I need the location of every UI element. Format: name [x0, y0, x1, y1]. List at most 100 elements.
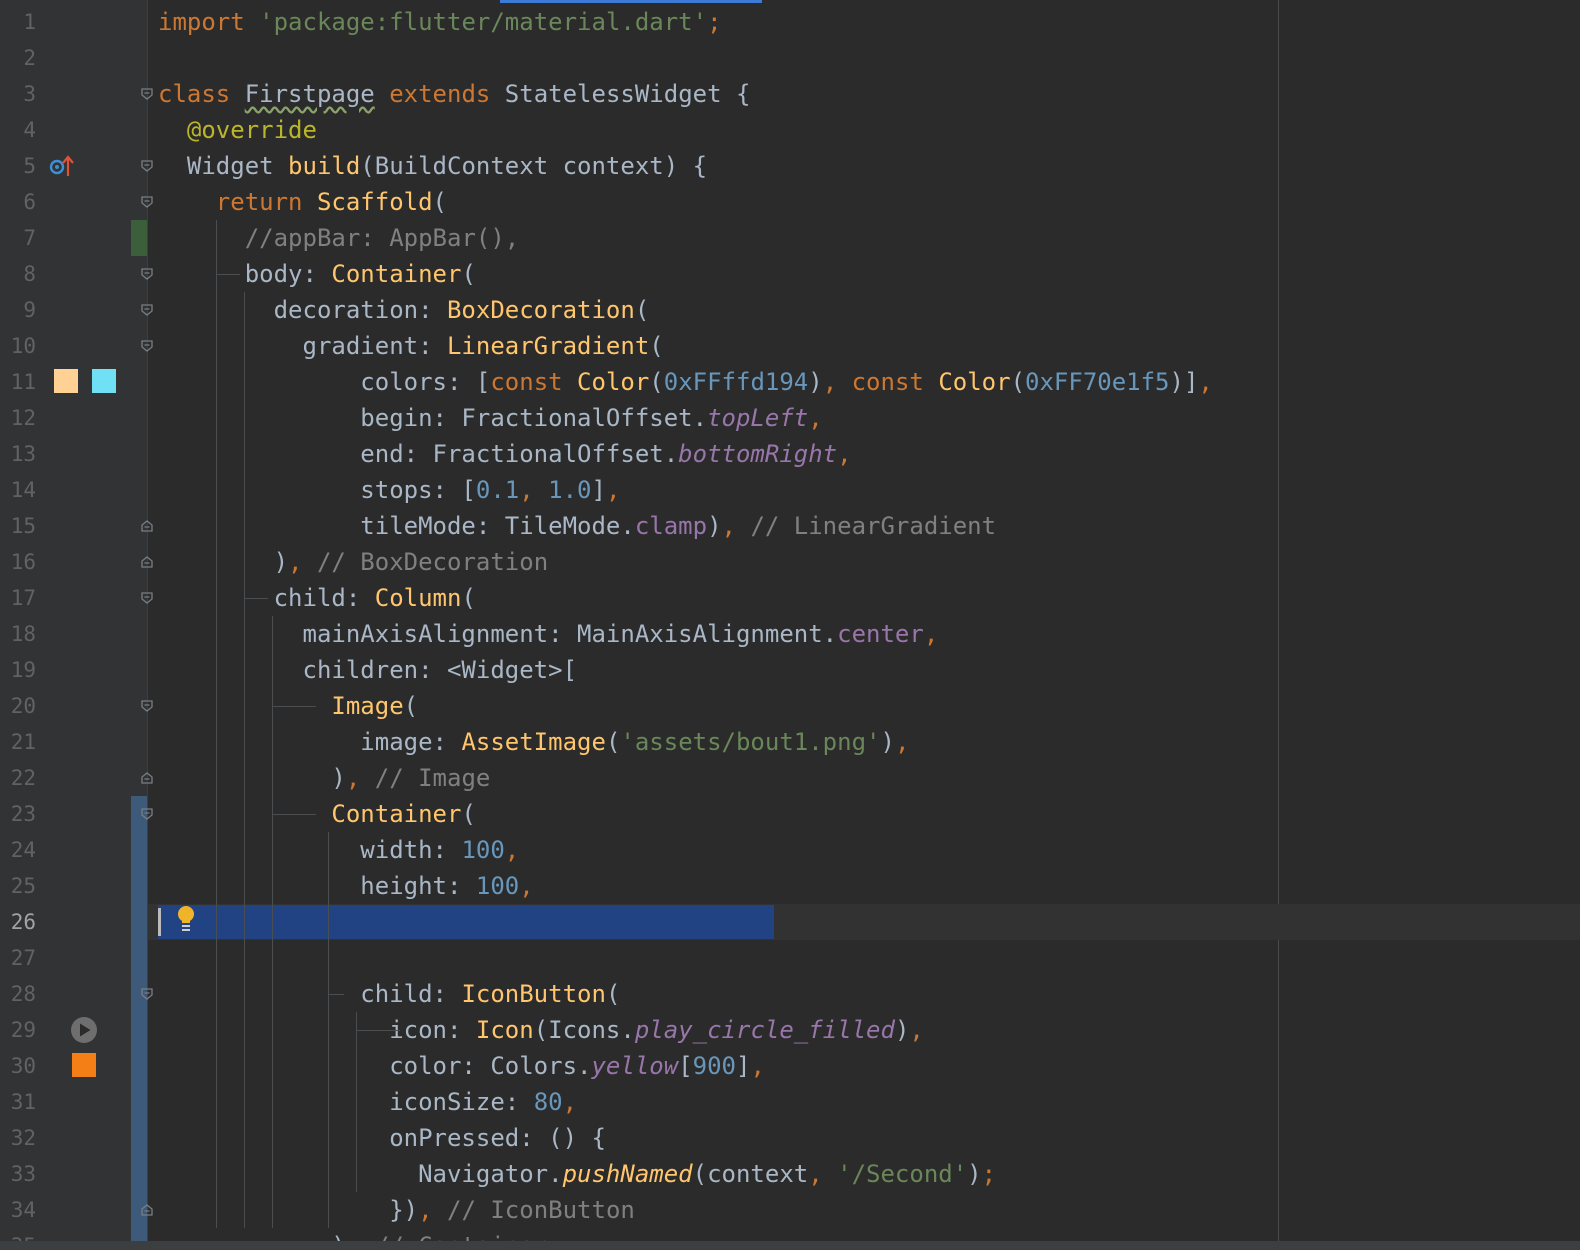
fold-close-icon[interactable]	[141, 556, 153, 568]
code-token: pushNamed	[562, 1160, 693, 1188]
code-line[interactable]: color: Colors.yellow[900],	[158, 1048, 765, 1084]
line-number[interactable]: 14	[0, 472, 36, 508]
line-number[interactable]: 30	[0, 1048, 36, 1084]
horizontal-scroll-indicator[interactable]	[500, 0, 762, 3]
code-token: onPressed: () {	[158, 1124, 606, 1152]
fold-open-icon[interactable]	[141, 808, 153, 820]
code-line[interactable]: stops: [0.1, 1.0],	[158, 472, 620, 508]
code-line[interactable]: ), // Image	[158, 760, 490, 796]
fold-close-icon[interactable]	[141, 772, 153, 784]
code-line[interactable]: return Scaffold(	[158, 184, 447, 220]
fold-open-icon[interactable]	[141, 340, 153, 352]
line-number[interactable]: 3	[0, 76, 36, 112]
horizontal-scrollbar[interactable]	[0, 1241, 1580, 1250]
fold-open-icon[interactable]	[141, 304, 153, 316]
line-number[interactable]: 18	[0, 616, 36, 652]
line-number[interactable]: 13	[0, 436, 36, 472]
line-number[interactable]: 25	[0, 868, 36, 904]
line-number[interactable]: 32	[0, 1120, 36, 1156]
code-line[interactable]: Navigator.pushNamed(context, '/Second');	[158, 1156, 996, 1192]
line-number[interactable]: 29	[0, 1012, 36, 1048]
code-line[interactable]: tileMode: TileMode.clamp), // LinearGrad…	[158, 508, 996, 544]
line-number[interactable]: 23	[0, 796, 36, 832]
code-line[interactable]: onPressed: () {	[158, 1120, 606, 1156]
code-line[interactable]: body: Container(	[158, 256, 476, 292]
code-line[interactable]: class Firstpage extends StatelessWidget …	[158, 76, 750, 112]
code-line[interactable]: begin: FractionalOffset.topLeft,	[158, 400, 822, 436]
code-line[interactable]: Container(	[158, 796, 476, 832]
line-number[interactable]: 16	[0, 544, 36, 580]
code-token: )	[158, 548, 289, 576]
fold-open-icon[interactable]	[141, 268, 153, 280]
line-number[interactable]: 26	[0, 904, 36, 940]
code-token: width:	[158, 836, 462, 864]
line-number[interactable]: 9	[0, 292, 36, 328]
fold-close-icon[interactable]	[141, 1204, 153, 1216]
code-line[interactable]: width: 100,	[158, 832, 519, 868]
fold-open-icon[interactable]	[141, 988, 153, 1000]
code-token: colors: [	[158, 368, 491, 396]
code-line[interactable]: Widget build(BuildContext context) {	[158, 148, 707, 184]
line-number[interactable]: 33	[0, 1156, 36, 1192]
code-line[interactable]: child: IconButton(	[158, 976, 620, 1012]
vcs-modified-marker[interactable]	[131, 796, 147, 1250]
code-line[interactable]: //appBar: AppBar(),	[158, 220, 520, 256]
line-number[interactable]: 2	[0, 40, 36, 76]
code-line[interactable]: decoration: BoxDecoration(	[158, 292, 650, 328]
vcs-added-marker[interactable]	[131, 220, 147, 256]
code-line[interactable]: children: <Widget>[	[158, 652, 577, 688]
line-number[interactable]: 22	[0, 760, 36, 796]
line-number[interactable]: 20	[0, 688, 36, 724]
code-token: })	[158, 1196, 419, 1224]
fold-open-icon[interactable]	[141, 160, 153, 172]
line-number[interactable]: 1	[0, 4, 36, 40]
line-number[interactable]: 12	[0, 400, 36, 436]
code-editor[interactable]: 1 import 'package:flutter/material.dart';…	[0, 0, 1580, 1250]
line-number[interactable]: 28	[0, 976, 36, 1012]
code-line[interactable]: child: Column(	[158, 580, 476, 616]
code-line[interactable]: mainAxisAlignment: MainAxisAlignment.cen…	[158, 616, 938, 652]
line-number[interactable]: 31	[0, 1084, 36, 1120]
indent-guide	[244, 292, 245, 1228]
code-token: ,	[808, 1160, 838, 1188]
code-token: end: FractionalOffset.	[158, 440, 679, 468]
code-token: ,	[519, 872, 534, 900]
fold-close-icon[interactable]	[141, 520, 153, 532]
code-token: )	[707, 512, 722, 540]
line-number[interactable]: 4	[0, 112, 36, 148]
fold-open-icon[interactable]	[141, 592, 153, 604]
line-number[interactable]: 15	[0, 508, 36, 544]
color-swatch[interactable]	[72, 1053, 96, 1077]
code-line[interactable]: end: FractionalOffset.bottomRight,	[158, 436, 851, 472]
line-number[interactable]: 7	[0, 220, 36, 256]
fold-open-icon[interactable]	[141, 700, 153, 712]
line-number[interactable]: 27	[0, 940, 36, 976]
line-number[interactable]: 21	[0, 724, 36, 760]
play-circle-icon[interactable]	[70, 1016, 98, 1044]
code-line[interactable]: }), // IconButton	[158, 1192, 635, 1228]
line-number[interactable]: 5	[0, 148, 36, 184]
line-number[interactable]: 6	[0, 184, 36, 220]
line-number[interactable]: 24	[0, 832, 36, 868]
code-line[interactable]: import 'package:flutter/material.dart';	[158, 4, 722, 40]
lightbulb-icon[interactable]	[176, 905, 196, 933]
line-number[interactable]: 34	[0, 1192, 36, 1228]
line-number[interactable]: 17	[0, 580, 36, 616]
code-line[interactable]: @override	[158, 112, 317, 148]
code-line[interactable]: iconSize: 80,	[158, 1084, 577, 1120]
fold-open-icon[interactable]	[141, 88, 153, 100]
color-swatch[interactable]	[54, 369, 78, 393]
code-line[interactable]: colors: [const Color(0xFFffd194), const …	[158, 364, 1213, 400]
line-number[interactable]: 19	[0, 652, 36, 688]
color-swatch[interactable]	[92, 369, 116, 393]
override-up-arrow-icon[interactable]	[48, 154, 76, 178]
fold-open-icon[interactable]	[141, 196, 153, 208]
code-line[interactable]: height: 100,	[158, 868, 534, 904]
line-number[interactable]: 11	[0, 364, 36, 400]
code-line[interactable]: image: AssetImage('assets/bout1.png'),	[158, 724, 909, 760]
code-token: 1.0	[548, 476, 592, 504]
code-line[interactable]: gradient: LinearGradient(	[158, 328, 663, 364]
gutter-border	[147, 0, 148, 1241]
line-number[interactable]: 8	[0, 256, 36, 292]
line-number[interactable]: 10	[0, 328, 36, 364]
